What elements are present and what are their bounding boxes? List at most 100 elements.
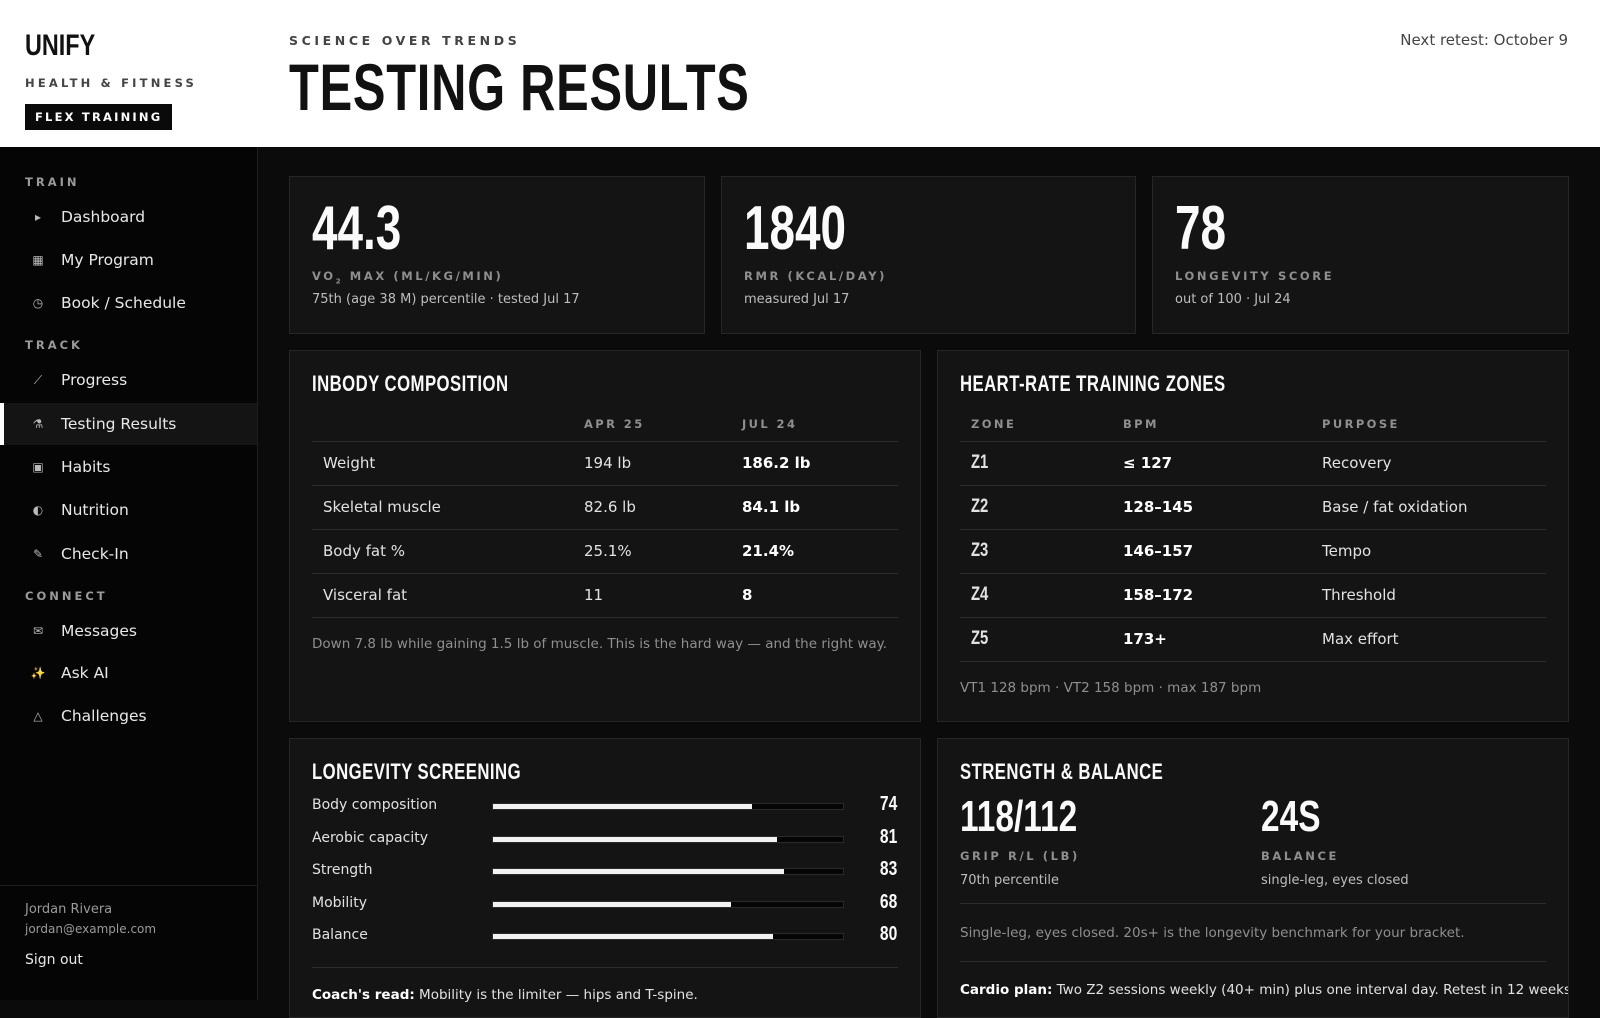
score-value: 81 xyxy=(879,825,897,848)
zone-purpose: Max effort xyxy=(1311,617,1546,662)
stat-note: measured Jul 17 xyxy=(744,292,850,307)
metric-current: 8 xyxy=(731,573,898,618)
grip-note: 70th percentile xyxy=(960,873,1060,888)
sidebar-item-check-in[interactable]: ✎ Check-In xyxy=(0,533,257,575)
sidebar-item-ask-ai[interactable]: ✨ Ask AI xyxy=(0,652,257,694)
next-retest: Next retest: October 9 xyxy=(1400,31,1568,49)
top-header: UNIFY HEALTH & FITNESS FLEX TRAINING SCI… xyxy=(0,0,1600,147)
play-icon: ▸ xyxy=(34,210,42,224)
zone-code-cell: Z3 xyxy=(960,529,1112,574)
divider xyxy=(960,903,1546,904)
metric-current: 186.2 lb xyxy=(731,441,898,486)
sidebar-item-dashboard[interactable]: ▸ Dashboard xyxy=(0,196,257,238)
score-bar-fill xyxy=(493,901,731,907)
sidebar-item-book-schedule[interactable]: ◷ Book / Schedule xyxy=(0,282,257,324)
sidebar-item-label: Nutrition xyxy=(61,501,129,519)
half-circle-icon: ◐ xyxy=(32,503,44,517)
zone-code: Z3 xyxy=(971,540,989,561)
zone-code: Z1 xyxy=(971,452,989,473)
nav-section-track: TRACK xyxy=(25,338,83,352)
zone-code-cell: Z4 xyxy=(960,573,1112,618)
nav-section-connect: CONNECT xyxy=(25,589,108,603)
score-row: Strength 83 xyxy=(312,858,897,882)
brand: UNIFY HEALTH & FITNESS FLEX TRAINING xyxy=(25,28,197,130)
table-row: Z5 173+ Max effort xyxy=(960,617,1546,662)
stat-value: 1840 xyxy=(744,194,847,263)
metric-current: 84.1 lb xyxy=(731,485,898,530)
sidebar-item-messages[interactable]: ✉ Messages xyxy=(0,610,257,652)
table-header-row: ZONE BPM PURPOSE xyxy=(960,407,1546,442)
stat-note: 75th (age 38 M) percentile · tested Jul … xyxy=(312,292,580,307)
zone-code-cell: Z1 xyxy=(960,441,1112,486)
stat-value: 78 xyxy=(1175,194,1227,263)
column-header: APR 25 xyxy=(573,407,731,442)
zone-code: Z5 xyxy=(971,628,989,649)
score-row: Aerobic capacity 81 xyxy=(312,825,897,850)
strength-balance-card: STRENGTH & BALANCE 118/112 GRIP R/L (LB)… xyxy=(937,738,1569,1018)
card-title: STRENGTH & BALANCE xyxy=(960,759,1164,784)
sidebar-item-testing-results[interactable]: ⚗ Testing Results xyxy=(0,403,257,445)
sidebar-item-habits[interactable]: ▣ Habits xyxy=(0,446,257,488)
score-bar-fill xyxy=(493,836,777,842)
metric-previous: 82.6 lb xyxy=(573,485,731,530)
user-email: jordan@example.com xyxy=(25,922,157,936)
coach-read: Coach's read: Mobility is the limiter — … xyxy=(312,987,698,1003)
sidebar-item-label: Testing Results xyxy=(61,415,177,433)
score-bar-track xyxy=(492,900,844,908)
brand-subtitle: HEALTH & FITNESS xyxy=(25,76,198,90)
page-eyebrow: SCIENCE OVER TRENDS xyxy=(289,33,521,48)
grip-value: 118/112 xyxy=(960,792,1078,841)
score-value: 74 xyxy=(879,793,897,815)
triangle-icon: △ xyxy=(33,709,43,723)
metric-previous: 11 xyxy=(573,573,731,618)
divider xyxy=(312,967,898,968)
brand-name[interactable]: UNIFY xyxy=(25,28,159,64)
sparkle-icon: ✨ xyxy=(30,666,46,680)
inbody-note: Down 7.8 lb while gaining 1.5 lb of musc… xyxy=(312,636,888,652)
sidebar-item-challenges[interactable]: △ Challenges xyxy=(0,695,257,737)
zone-bpm: 128–145 xyxy=(1112,485,1311,530)
inbody-composition-card: INBODY COMPOSITION APR 25 JUL 24 Weight … xyxy=(289,350,921,722)
metric-name: Weight xyxy=(312,441,573,486)
table-row: Body fat % 25.1% 21.4% xyxy=(312,529,898,574)
cardio-plan: Cardio plan: Two Z2 sessions weekly (40+… xyxy=(960,982,1569,998)
card-title: HEART-RATE TRAINING ZONES xyxy=(960,371,1226,396)
column-header: JUL 24 xyxy=(731,407,898,442)
nav-section-train: TRAIN xyxy=(25,175,80,189)
sign-out-link[interactable]: Sign out xyxy=(25,952,232,968)
plan-badge: FLEX TRAINING xyxy=(25,104,173,130)
column-header: ZONE xyxy=(960,407,1112,442)
divider xyxy=(960,961,1546,962)
sidebar-item-nutrition[interactable]: ◐ Nutrition xyxy=(0,489,257,531)
card-title: INBODY COMPOSITION xyxy=(312,371,509,396)
zone-code-cell: Z2 xyxy=(960,485,1112,530)
grip-label: GRIP R/L (LB) xyxy=(960,849,1080,863)
user-name: Jordan Rivera xyxy=(25,902,113,917)
column-header xyxy=(312,407,573,442)
balance-label: BALANCE xyxy=(1261,849,1340,863)
balance-note: single-leg, eyes closed xyxy=(1261,873,1409,888)
score-bar-track xyxy=(492,835,844,843)
zone-purpose: Recovery xyxy=(1311,441,1546,486)
zones-table: ZONE BPM PURPOSE Z1 ≤ 127 Recovery Z2 12… xyxy=(960,407,1546,662)
score-row: Balance 80 xyxy=(312,923,897,947)
sidebar-item-label: Ask AI xyxy=(61,664,109,682)
column-header: PURPOSE xyxy=(1311,407,1546,442)
sidebar-item-my-program[interactable]: ▦ My Program xyxy=(0,239,257,281)
grid-icon: ▦ xyxy=(32,253,44,267)
sidebar-item-progress[interactable]: ⟋ Progress xyxy=(0,359,257,401)
table-row: Z3 146–157 Tempo xyxy=(960,529,1546,574)
zone-purpose: Threshold xyxy=(1311,573,1546,618)
stat-label: VO2 MAX (ML/KG/MIN) xyxy=(312,269,504,286)
clock-icon: ◷ xyxy=(32,296,44,310)
zone-bpm: 158–172 xyxy=(1112,573,1311,618)
score-value: 68 xyxy=(879,890,897,913)
metric-current: 21.4% xyxy=(731,529,898,574)
table-header-row: APR 25 JUL 24 xyxy=(312,407,898,442)
zone-purpose: Base / fat oxidation xyxy=(1311,485,1546,530)
score-bar-fill xyxy=(493,804,752,809)
vo2-max-card: 44.3 VO2 MAX (ML/KG/MIN) 75th (age 38 M)… xyxy=(289,176,705,334)
zone-bpm: 146–157 xyxy=(1112,529,1311,574)
sidebar-item-label: My Program xyxy=(61,251,154,269)
zone-purpose: Tempo xyxy=(1311,529,1546,574)
